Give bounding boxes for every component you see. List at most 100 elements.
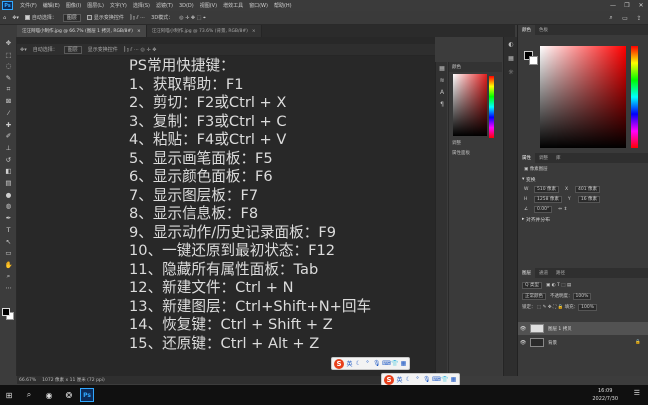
pen-tool-icon[interactable]: ✒ [0,212,17,224]
tab-adjustments[interactable]: 调整 [535,153,552,163]
frame-tool-icon[interactable]: ⊠ [0,95,17,107]
mode-3d-icons[interactable]: ◎ ✛ ✥ ⬚ ⌖ [179,15,206,21]
tab-channels[interactable]: 通道 [535,268,552,278]
menu-file[interactable]: 文件(F) [17,2,40,9]
menu-select[interactable]: 选择(S) [130,2,153,9]
color-panel-icon[interactable]: ◐ [504,37,518,51]
path-select-icon[interactable]: ↖ [0,236,17,248]
show-transform-toggle[interactable]: 显示变换控件 [86,14,124,21]
y-field[interactable]: 16 像素 [577,195,601,203]
eyedropper-tool-icon[interactable]: ⁄ [0,107,17,119]
windows-start-icon[interactable]: ⊞ [0,386,18,404]
ime-lang-icon[interactable]: 英 [346,359,353,368]
workspace-icon[interactable]: ▭ [620,13,630,23]
align-icons[interactable]: ⫿ ⫾ ⫽ ⋯ [130,15,145,21]
share-icon[interactable]: ⇪ [634,13,644,23]
tab-layers[interactable]: 图层 [518,268,535,278]
move-tool-icon[interactable]: ✥ [0,37,17,49]
show-transform-checkbox[interactable] [86,15,92,20]
ime-grid-icon[interactable]: ▦ [450,376,457,383]
ime-punct-icon[interactable]: ° [364,360,371,367]
height-field[interactable]: 1258 像素 [534,195,562,203]
hand-tool-icon[interactable]: ✋ [0,259,17,271]
zoom-level[interactable]: 66.67% [19,378,36,383]
history-icon[interactable]: ▦ [436,62,448,74]
paragraph-icon[interactable]: ¶ [436,98,448,110]
eye-icon[interactable]: 👁 [518,340,528,346]
zoom-tool-icon[interactable]: ⌕ [0,271,17,283]
learn-icon[interactable]: ☼ [504,65,518,79]
menu-window[interactable]: 窗口(W) [246,2,271,9]
eye-icon[interactable]: 👁 [518,326,528,332]
inner-align-icons[interactable]: ⫿ ⫾ ⫽ ⋯ ◎ ✛ ✥ [124,47,157,53]
color-picker-field[interactable] [540,46,626,148]
foreground-color-swatch[interactable] [2,308,10,316]
gradient-tool-icon[interactable]: ▤ [0,177,17,189]
type-tool-icon[interactable]: T [0,224,17,236]
ime-keyboard-icon[interactable]: ⌨ [432,376,441,383]
menu-layer[interactable]: 图层(L) [84,2,107,9]
ime-shirt-icon[interactable]: 👕 [441,376,448,383]
x-field[interactable]: 401 像素 [575,185,601,193]
search-icon[interactable]: ⌕ [20,386,38,404]
quick-select-tool-icon[interactable]: ✎ [0,72,17,84]
minimize-button[interactable]: — [606,0,620,11]
ime-shirt-icon[interactable]: 👕 [391,360,398,367]
maximize-button[interactable]: ❐ [620,0,634,11]
align-section[interactable]: ▸ 对齐并分布 [518,214,648,224]
ime-lang-icon[interactable]: 英 [396,375,403,384]
system-clock[interactable]: 16:09 2022/7/30 [592,387,618,403]
hue-slider[interactable] [631,46,638,148]
tab-swatches[interactable]: 色板 [535,25,552,35]
inner-show-transform-label[interactable]: 显示变换控件 [88,46,118,53]
tab-properties[interactable]: 属性 [518,153,535,163]
fill-field[interactable]: 100% [578,303,598,311]
floating-hue-slider[interactable] [489,76,494,138]
character-icon[interactable]: A [436,86,448,98]
menu-view[interactable]: 视图(V) [197,2,220,9]
layer-row-background[interactable]: 👁 背景 🔒 [518,336,648,349]
menu-edit[interactable]: 编辑(E) [40,2,63,9]
ime-moon-icon[interactable]: ☾ [405,376,412,383]
filter-icons[interactable]: ▣ ◐ T ⬚ ▤ [546,283,571,288]
layer-row-copy[interactable]: 👁 图层 1 拷贝 [518,322,648,335]
tab-document-1[interactable]: 汪汪阿喵小制作.jpg @ 66.7% (图层 1 拷贝, RGB/8#) × [17,25,147,37]
search-icon[interactable]: ⌕ [606,13,616,23]
canvas-area[interactable]: ✥▾ 自动选择： 图层 显示变换控件 ⫿ ⫾ ⫽ ⋯ ◎ ✛ ✥ PS常用快捷键… [17,37,435,376]
brush-tool-icon[interactable]: ✐ [0,131,17,143]
browser-icon[interactable]: ◉ [40,386,58,404]
home-icon[interactable]: ⌂ [3,15,6,21]
flip-icons[interactable]: ⇔ ⇕ [558,207,567,212]
opacity-field[interactable]: 100% [572,292,592,300]
transform-section[interactable]: ▾ 变换 [518,174,648,184]
brush-settings-icon[interactable]: ≋ [436,74,448,86]
swatches-panel-icon[interactable]: ▦ [504,51,518,65]
lock-icons[interactable]: ⬚ ✎ ✥ ⛶ 🔒 [537,304,563,310]
menu-image[interactable]: 图像(I) [63,2,84,9]
tab-document-2[interactable]: 汪汪阿喵小制作.jpg @ 73.6% (背景, RGB/8#) × [146,25,262,37]
menu-plugins[interactable]: 增效工具 [220,2,246,9]
auto-select-toggle[interactable]: 自动选择： [24,14,57,21]
tab-close-icon[interactable]: × [252,29,256,34]
width-field[interactable]: 510 像素 [534,185,560,193]
ime-moon-icon[interactable]: ☾ [355,360,362,367]
menu-type[interactable]: 文字(Y) [107,2,130,9]
tab-paths[interactable]: 路径 [552,268,569,278]
inner-auto-select-dropdown[interactable]: 图层 [63,45,82,54]
app-icon[interactable]: ❂ [60,386,78,404]
inner-move-icon[interactable]: ✥▾ [20,47,27,53]
floating-panel-header[interactable]: 颜色 [449,62,502,72]
menu-help[interactable]: 帮助(H) [271,2,295,9]
healing-brush-icon[interactable]: ✚ [0,119,17,131]
angle-field[interactable]: 0.00° [534,205,553,213]
blend-mode-dropdown[interactable]: 正常颜色 [522,292,546,300]
ime-keyboard-icon[interactable]: ⌨ [382,360,391,367]
auto-select-dropdown[interactable]: 图层 [62,13,81,22]
color-swatches[interactable] [2,308,15,321]
ime-mic-icon[interactable]: 🎙 [423,376,431,383]
ime-punct-icon[interactable]: ° [414,376,421,383]
document-canvas[interactable]: PS常用快捷键： 1、获取帮助：F1 2、剪切：F2或Ctrl + X 3、复制… [127,57,435,376]
lasso-tool-icon[interactable]: ◌ [0,60,17,72]
blur-tool-icon[interactable]: ● [0,189,17,201]
history-brush-icon[interactable]: ↺ [0,154,17,166]
